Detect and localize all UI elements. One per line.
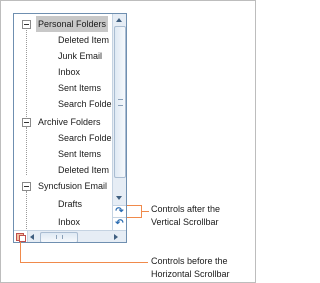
callout-vertical-controls: Controls after the Vertical Scrollbar <box>151 203 220 229</box>
collapse-icon[interactable] <box>22 118 31 127</box>
horizontal-scroll-thumb[interactable] <box>40 232 78 242</box>
chevron-down-icon <box>116 196 122 200</box>
tree-connector <box>26 191 27 230</box>
collapse-icon[interactable] <box>22 20 31 29</box>
vertical-scroll-thumb[interactable] <box>114 26 126 178</box>
scroll-left-button[interactable] <box>30 234 34 240</box>
undo-arrow-icon: ↶ <box>115 218 124 229</box>
tree-node-label: Junk Email <box>58 51 103 61</box>
vertical-scrollbar[interactable]: ↷ ↶ <box>112 14 126 230</box>
horizontal-scrollbar[interactable] <box>14 230 126 242</box>
tree-node-label: Personal Folders <box>36 16 109 32</box>
tree-node-label: Archive Folders <box>38 117 101 127</box>
scroll-down-button[interactable] <box>113 192 126 204</box>
folder-tree[interactable]: Personal Folders Deleted Item Junk Email… <box>14 14 112 230</box>
tree-node-label: Inbox <box>58 217 81 227</box>
scroll-up-button[interactable] <box>113 14 126 26</box>
tree-node-label: Search Folde <box>58 133 112 143</box>
callout-line-2: Vertical Scrollbar <box>151 217 219 227</box>
callout-horizontal-controls: Controls before the Horizontal Scrollbar <box>151 255 230 281</box>
tree-node-label: Inbox <box>58 67 81 77</box>
collapse-icon[interactable] <box>22 182 31 191</box>
tree-node-label: Search Folde <box>58 99 112 109</box>
redo-arrow-icon: ↷ <box>115 206 124 217</box>
tree-node-label: Sent Items <box>58 149 102 159</box>
undo-button[interactable]: ↶ <box>113 217 126 230</box>
chevron-up-icon <box>116 18 122 22</box>
grip-icon <box>56 235 63 239</box>
tree-panel: Personal Folders Deleted Item Junk Email… <box>13 13 127 243</box>
callout-line-1: Controls before the <box>151 256 228 266</box>
tree-node-label: Sent Items <box>58 83 102 93</box>
callout-connector <box>141 211 149 212</box>
horizontal-leading-control[interactable] <box>14 231 28 242</box>
callout-connector <box>127 205 141 206</box>
window-icon <box>19 235 26 242</box>
tree-node-label: Syncfusion Email <box>38 181 108 191</box>
tree-connector <box>26 127 27 175</box>
callout-connector <box>20 262 148 263</box>
grip-icon <box>118 99 123 106</box>
tree-node-label: Deleted Item <box>58 165 110 175</box>
tree-node-label: Drafts <box>58 199 83 209</box>
tree-connector <box>26 23 27 119</box>
callout-connector <box>20 242 21 262</box>
tree-node-label: Deleted Item <box>58 35 110 45</box>
scroll-right-button[interactable] <box>114 234 118 240</box>
callout-line-1: Controls after the <box>151 204 221 214</box>
callout-line-2: Horizontal Scrollbar <box>151 269 230 279</box>
callout-connector <box>127 217 141 218</box>
